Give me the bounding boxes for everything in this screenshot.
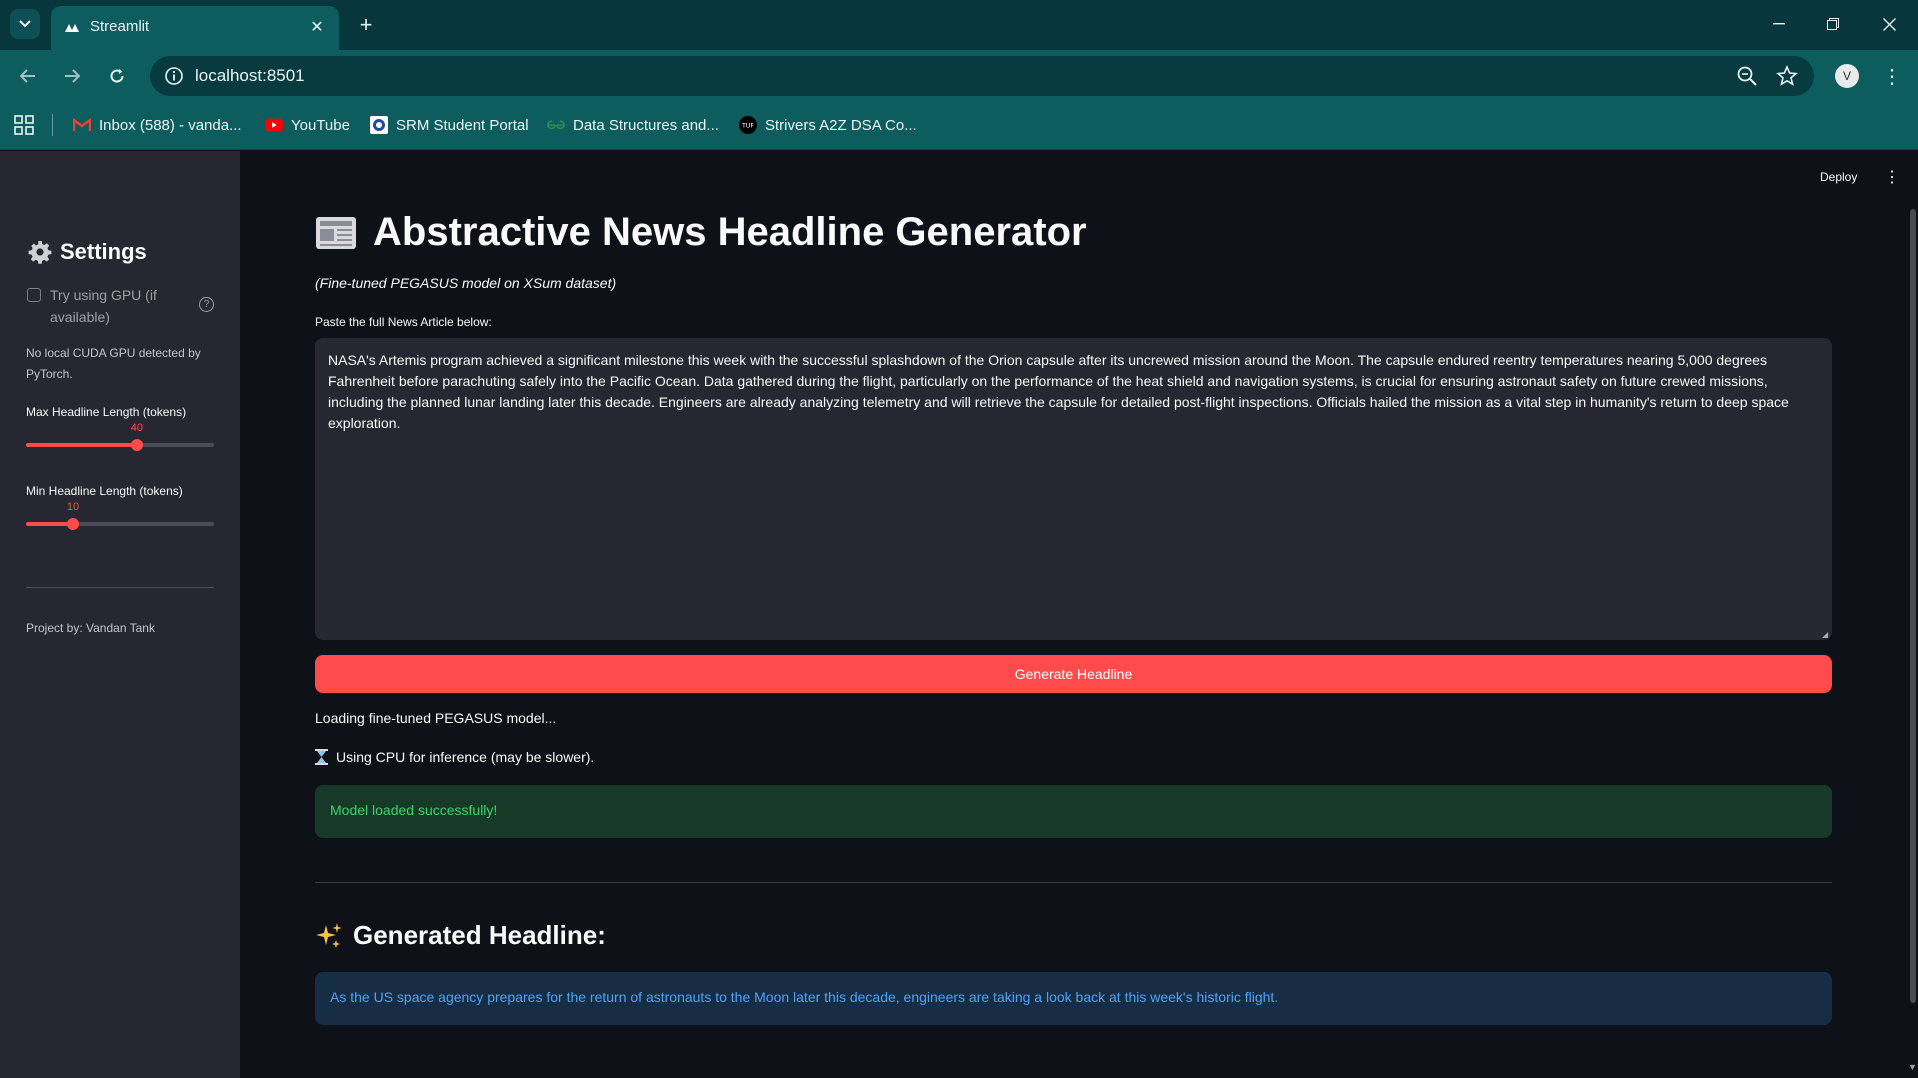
restore-button[interactable] xyxy=(1810,10,1856,38)
arrow-left-icon xyxy=(20,69,35,83)
bookmark-youtube[interactable]: YouTube xyxy=(265,114,350,136)
slider-fill xyxy=(26,522,73,526)
success-alert: Model loaded successfully! xyxy=(315,785,1832,838)
gpu-caption: No local CUDA GPU detected by PyTorch. xyxy=(26,346,201,381)
newspaper-icon xyxy=(316,216,356,249)
gfg-icon xyxy=(547,116,565,134)
reload-icon xyxy=(110,69,124,83)
bookmarks-bar: Inbox (588) - vanda... YouTube SRM Stude… xyxy=(0,100,1918,150)
help-icon[interactable]: ? xyxy=(199,297,214,312)
slider-value: 10 xyxy=(66,501,80,513)
sidebar-divider xyxy=(26,587,214,588)
streamlit-app: Settings Try using GPU (if available) ? … xyxy=(0,151,1918,1078)
new-tab-button[interactable]: + xyxy=(352,11,380,39)
sparkles-icon xyxy=(316,922,342,948)
close-icon xyxy=(1882,17,1896,31)
gear-icon xyxy=(28,241,52,264)
browser-tab-strip: Streamlit ✕ + xyxy=(0,0,1918,50)
resize-handle-icon[interactable]: ◢ xyxy=(1822,630,1830,639)
arrow-right-icon xyxy=(65,69,80,83)
tuf-icon: TUF xyxy=(739,116,757,134)
browser-menu-icon[interactable]: ⋮ xyxy=(1882,63,1902,89)
cpu-status: Using CPU for inference (may be slower). xyxy=(315,749,594,765)
sidebar-title: Settings xyxy=(28,239,147,265)
bookmark-gfg[interactable]: Data Structures and... xyxy=(547,114,719,136)
site-info-icon[interactable] xyxy=(164,66,184,86)
slider-fill xyxy=(26,443,137,447)
section-divider xyxy=(315,882,1832,883)
generated-headline-output: As the US space agency prepares for the … xyxy=(315,972,1832,1025)
close-window-button[interactable] xyxy=(1866,10,1912,38)
gpu-checkbox[interactable] xyxy=(27,288,41,302)
forward-button[interactable] xyxy=(58,62,86,90)
max-length-label: Max Headline Length (tokens) xyxy=(26,405,187,419)
page-subtitle: (Fine-tuned PEGASUS model on XSum datase… xyxy=(315,275,617,291)
bookmark-star-icon[interactable] xyxy=(1776,65,1798,87)
hourglass-icon xyxy=(315,749,328,765)
app-menu-icon[interactable]: ⋮ xyxy=(1884,167,1900,187)
article-input-label: Paste the full News Article below: xyxy=(315,315,492,329)
generated-headline-heading: Generated Headline: xyxy=(315,920,606,951)
reload-button[interactable] xyxy=(103,62,131,90)
main-content: Deploy ⋮ ▼ Abstractive News Headline Gen… xyxy=(240,151,1918,1078)
deploy-button[interactable]: Deploy xyxy=(1820,170,1857,184)
browser-toolbar: localhost:8501 V ⋮ xyxy=(0,50,1918,100)
sidebar: Settings Try using GPU (if available) ? … xyxy=(0,151,240,1078)
bookmark-srm[interactable]: SRM Student Portal xyxy=(370,114,529,136)
project-credit: Project by: Vandan Tank xyxy=(26,621,155,635)
generate-headline-button[interactable]: Generate Headline xyxy=(315,655,1832,693)
bookmark-tuf[interactable]: TUF Strivers A2Z DSA Co... xyxy=(739,114,917,136)
slider-thumb[interactable] xyxy=(67,518,79,530)
srm-icon xyxy=(370,116,388,134)
address-bar[interactable]: localhost:8501 xyxy=(150,56,1814,96)
apps-grid-icon[interactable] xyxy=(14,115,34,135)
scroll-down-icon[interactable]: ▼ xyxy=(1908,1062,1917,1072)
url-text: localhost:8501 xyxy=(195,66,305,85)
page-title: Abstractive News Headline Generator xyxy=(315,210,1087,255)
zoom-icon[interactable] xyxy=(1736,65,1758,87)
article-textarea[interactable]: NASA's Artemis program achieved a signif… xyxy=(315,338,1832,640)
chevron-down-icon xyxy=(19,20,31,28)
restore-icon xyxy=(1827,18,1839,30)
youtube-icon xyxy=(265,116,283,134)
loading-status: Loading fine-tuned PEGASUS model... xyxy=(315,710,557,726)
browser-tab[interactable]: Streamlit ✕ xyxy=(51,6,339,50)
minimize-button[interactable] xyxy=(1756,10,1802,38)
gmail-icon xyxy=(73,116,91,134)
streamlit-logo-icon xyxy=(65,24,79,32)
slider-value: 40 xyxy=(130,422,144,434)
profile-avatar[interactable]: V xyxy=(1835,64,1859,88)
min-length-slider[interactable]: 10 xyxy=(26,501,214,530)
bookmarks-separator xyxy=(52,114,53,136)
back-button[interactable] xyxy=(14,62,42,90)
minimize-icon xyxy=(1773,23,1785,25)
svg-text:TUF: TUF xyxy=(741,123,754,130)
scrollbar[interactable] xyxy=(1910,209,1916,1003)
tab-search-button[interactable] xyxy=(10,9,40,39)
min-length-label: Min Headline Length (tokens) xyxy=(26,484,183,498)
close-tab-icon[interactable]: ✕ xyxy=(305,15,329,39)
tab-title: Streamlit xyxy=(90,18,150,35)
gpu-checkbox-label: Try using GPU (if available) xyxy=(50,287,157,325)
slider-thumb[interactable] xyxy=(130,439,143,451)
max-length-slider[interactable]: 40 xyxy=(26,422,214,451)
bookmark-gmail[interactable]: Inbox (588) - vanda... xyxy=(73,114,242,136)
